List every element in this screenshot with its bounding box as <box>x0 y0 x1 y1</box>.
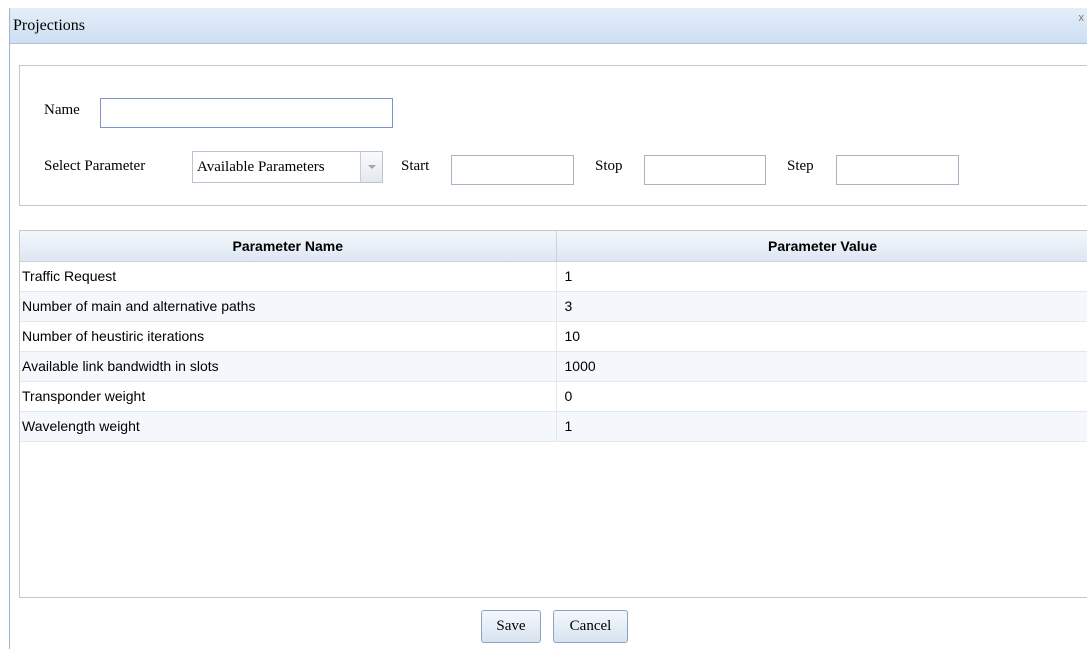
parameter-value-cell[interactable]: 1000 <box>556 351 1087 382</box>
chevron-down-icon[interactable] <box>360 152 382 182</box>
parameter-value-cell[interactable]: 1 <box>556 411 1087 442</box>
table-row[interactable]: Available link bandwidth in slots 1000 <box>20 351 1087 382</box>
parameter-value-cell[interactable]: 0 <box>556 381 1087 412</box>
table-header-row: Parameter Name Parameter Value <box>20 231 1087 262</box>
table-row[interactable]: Number of main and alternative paths 3 <box>20 291 1087 322</box>
column-header-parameter-name[interactable]: Parameter Name <box>20 231 557 262</box>
parameter-name-cell: Number of heustiric iterations <box>20 321 557 352</box>
form-panel: Name Select Parameter Available Paramete… <box>19 65 1087 206</box>
table-row[interactable]: Traffic Request 1 <box>20 261 1087 292</box>
table-row[interactable]: Number of heustiric iterations 10 <box>20 321 1087 352</box>
start-label: Start <box>401 158 430 174</box>
parameter-name-cell: Wavelength weight <box>20 411 557 442</box>
parameter-value-cell[interactable]: 1 <box>556 261 1087 292</box>
parameter-name-cell: Number of main and alternative paths <box>20 291 557 322</box>
dialog-titlebar: Projections x <box>10 8 1087 44</box>
column-header-parameter-value[interactable]: Parameter Value <box>556 231 1087 262</box>
name-input[interactable] <box>100 98 393 128</box>
parameter-table: Parameter Name Parameter Value Traffic R… <box>20 231 1087 442</box>
parameter-value-cell[interactable]: 10 <box>556 321 1087 352</box>
dialog-title: Projections <box>13 17 85 34</box>
parameter-select-value: Available Parameters <box>197 159 325 175</box>
name-label: Name <box>44 102 80 118</box>
select-parameter-label: Select Parameter <box>44 158 146 174</box>
parameter-grid: Parameter Name Parameter Value Traffic R… <box>19 230 1087 598</box>
parameter-value-cell[interactable]: 3 <box>556 291 1087 322</box>
parameter-name-cell: Traffic Request <box>20 261 557 292</box>
step-label: Step <box>787 158 814 174</box>
stop-input[interactable] <box>644 155 766 185</box>
parameter-name-cell: Available link bandwidth in slots <box>20 351 557 382</box>
projections-dialog: Projections x Name Select Parameter Avai… <box>9 8 1087 649</box>
table-row[interactable]: Wavelength weight 1 <box>20 411 1087 442</box>
start-input[interactable] <box>451 155 574 185</box>
parameter-select[interactable]: Available Parameters <box>192 151 383 183</box>
cancel-button[interactable]: Cancel <box>553 610 628 643</box>
step-input[interactable] <box>836 155 959 185</box>
table-row[interactable]: Transponder weight 0 <box>20 381 1087 412</box>
close-icon[interactable]: x <box>1079 12 1085 24</box>
stop-label: Stop <box>595 158 623 174</box>
parameter-name-cell: Transponder weight <box>20 381 557 412</box>
save-button[interactable]: Save <box>481 610 541 643</box>
